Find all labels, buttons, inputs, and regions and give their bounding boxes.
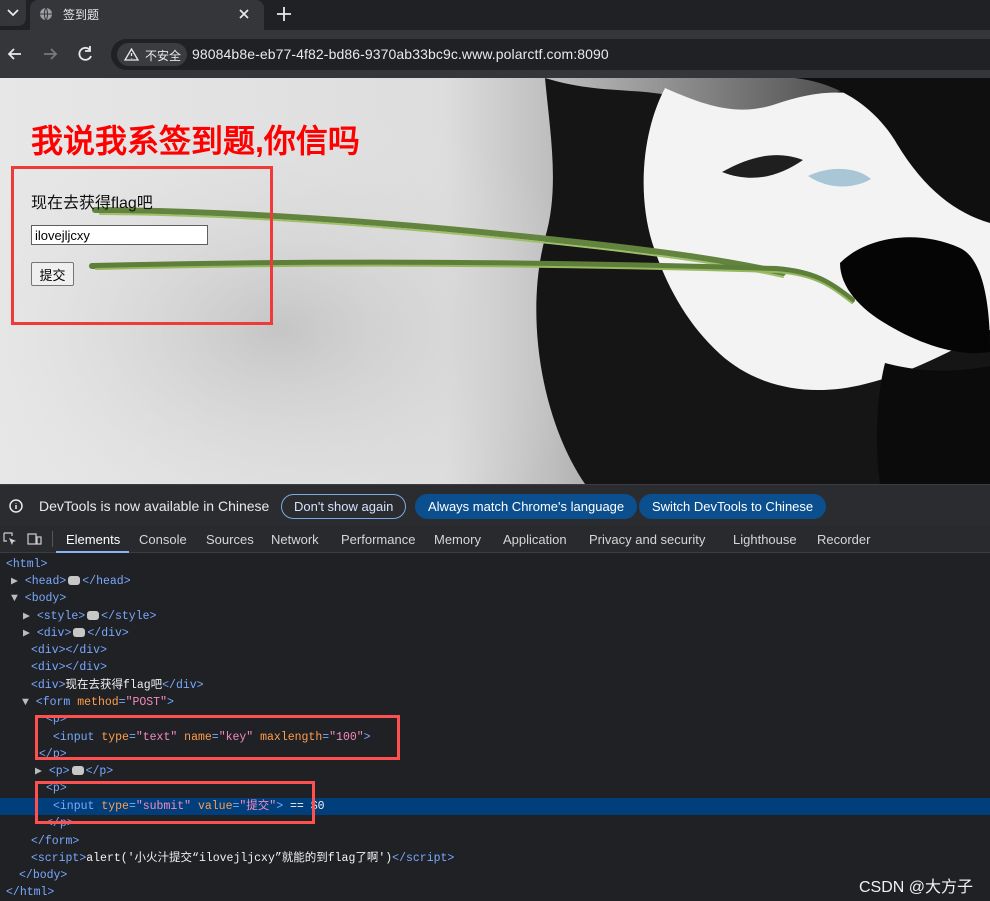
- csdn-watermark: CSDN @大方子: [859, 879, 974, 896]
- security-status-label: 不安全: [145, 49, 182, 63]
- devtools-tab-bar: Elements Console Sources Network Perform…: [0, 526, 990, 553]
- devtools-language-infobar: DevTools is now available in Chinese Don…: [0, 484, 990, 526]
- dom-node-text-div[interactable]: <div>现在去获得flag吧</div>: [31, 677, 204, 694]
- dom-node-body-open[interactable]: ▼ <body>: [11, 590, 66, 607]
- tab-title: 签到题: [63, 8, 100, 22]
- dom-node-html-close[interactable]: </html>: [6, 884, 54, 901]
- page-heading: 我说我系签到题,你信吗: [31, 123, 360, 159]
- caret-right-icon[interactable]: ▶: [35, 765, 42, 778]
- tab-memory[interactable]: Memory: [434, 532, 481, 547]
- new-tab-icon[interactable]: [273, 3, 295, 25]
- collapsed-content-icon[interactable]: [73, 628, 86, 638]
- submit-input-code-highlight: [35, 781, 315, 824]
- tab-search-button[interactable]: [0, 0, 26, 26]
- tab-application[interactable]: Application: [503, 532, 567, 547]
- url-text[interactable]: 98084b8e-eb77-4f82-bd86-9370ab33bc9c.www…: [192, 46, 609, 62]
- match-language-button[interactable]: Always match Chrome's language: [415, 494, 638, 519]
- collapsed-content-icon[interactable]: [87, 611, 100, 621]
- dont-show-again-button[interactable]: Don't show again: [281, 494, 407, 519]
- dom-node-empty-div[interactable]: <div></div>: [31, 659, 107, 676]
- text-input-code-highlight: [35, 715, 400, 760]
- tab-lighthouse[interactable]: Lighthouse: [733, 532, 797, 547]
- back-icon[interactable]: [6, 45, 24, 63]
- switch-devtools-language-button[interactable]: Switch DevTools to Chinese: [639, 494, 827, 519]
- chevron-down-icon: [7, 9, 19, 17]
- warning-icon: [124, 48, 139, 61]
- dom-node-div[interactable]: ▶ <div> </div>: [23, 625, 129, 642]
- tab-elements[interactable]: Elements: [66, 532, 120, 547]
- inspect-element-icon[interactable]: [3, 532, 17, 546]
- forward-icon[interactable]: [41, 45, 59, 63]
- key-input[interactable]: [31, 225, 208, 245]
- tab-console[interactable]: Console: [139, 532, 187, 547]
- tab-network[interactable]: Network: [271, 532, 319, 547]
- infobar-message: DevTools is now available in Chinese: [39, 498, 270, 514]
- tab-performance[interactable]: Performance: [341, 532, 415, 547]
- caret-right-icon[interactable]: ▶: [11, 575, 18, 588]
- elements-panel: <html> ▶ <head> </head> ▼ <body> ▶ <style…: [0, 553, 990, 900]
- device-toolbar-icon[interactable]: [27, 532, 42, 546]
- flag-prompt: 现在去获得flag吧: [31, 195, 153, 212]
- tab-privacy-and-security[interactable]: Privacy and security: [589, 532, 705, 547]
- tab-separator: [52, 531, 53, 547]
- dom-node-body-close[interactable]: </body>: [19, 867, 67, 884]
- tab-sources[interactable]: Sources: [206, 532, 254, 547]
- close-icon[interactable]: [237, 7, 251, 21]
- dom-node-script[interactable]: <script>alert('小火汁提交“ilovejljcxy”就能的到fla…: [31, 850, 454, 867]
- web-page-viewport: 我说我系签到题,你信吗 现在去获得flag吧 提交: [0, 78, 990, 484]
- dom-node-collapsed-p[interactable]: ▶ <p> </p>: [35, 763, 113, 780]
- browser-toolbar: 不安全 98084b8e-eb77-4f82-bd86-9370ab33bc9c…: [0, 30, 990, 78]
- caret-right-icon[interactable]: ▶: [23, 627, 30, 640]
- dom-node-head[interactable]: ▶ <head> </head>: [11, 573, 131, 590]
- collapsed-content-icon[interactable]: [68, 576, 81, 586]
- caret-right-icon[interactable]: ▶: [23, 610, 30, 623]
- tab-recorder[interactable]: Recorder: [817, 532, 870, 547]
- dom-node-empty-div[interactable]: <div></div>: [31, 642, 107, 659]
- dom-node-html-open[interactable]: <html>: [6, 556, 47, 573]
- caret-down-icon[interactable]: ▼: [22, 696, 29, 709]
- dom-node-form[interactable]: ▼ <form method="POST">: [22, 694, 174, 711]
- browser-tab-strip: 签到题: [0, 0, 990, 30]
- collapsed-content-icon[interactable]: [71, 766, 84, 776]
- dom-node-style[interactable]: ▶ <style> </style>: [23, 608, 156, 625]
- info-icon: [9, 499, 23, 513]
- submit-button[interactable]: 提交: [31, 262, 74, 286]
- caret-down-icon[interactable]: ▼: [11, 592, 18, 605]
- address-bar[interactable]: 不安全 98084b8e-eb77-4f82-bd86-9370ab33bc9c…: [111, 39, 990, 70]
- globe-icon: [40, 7, 52, 21]
- dom-node-form-close[interactable]: </form>: [31, 833, 79, 850]
- browser-tab[interactable]: 签到题: [30, 0, 264, 30]
- reload-icon[interactable]: [76, 45, 94, 63]
- security-status-chip[interactable]: 不安全: [117, 43, 187, 66]
